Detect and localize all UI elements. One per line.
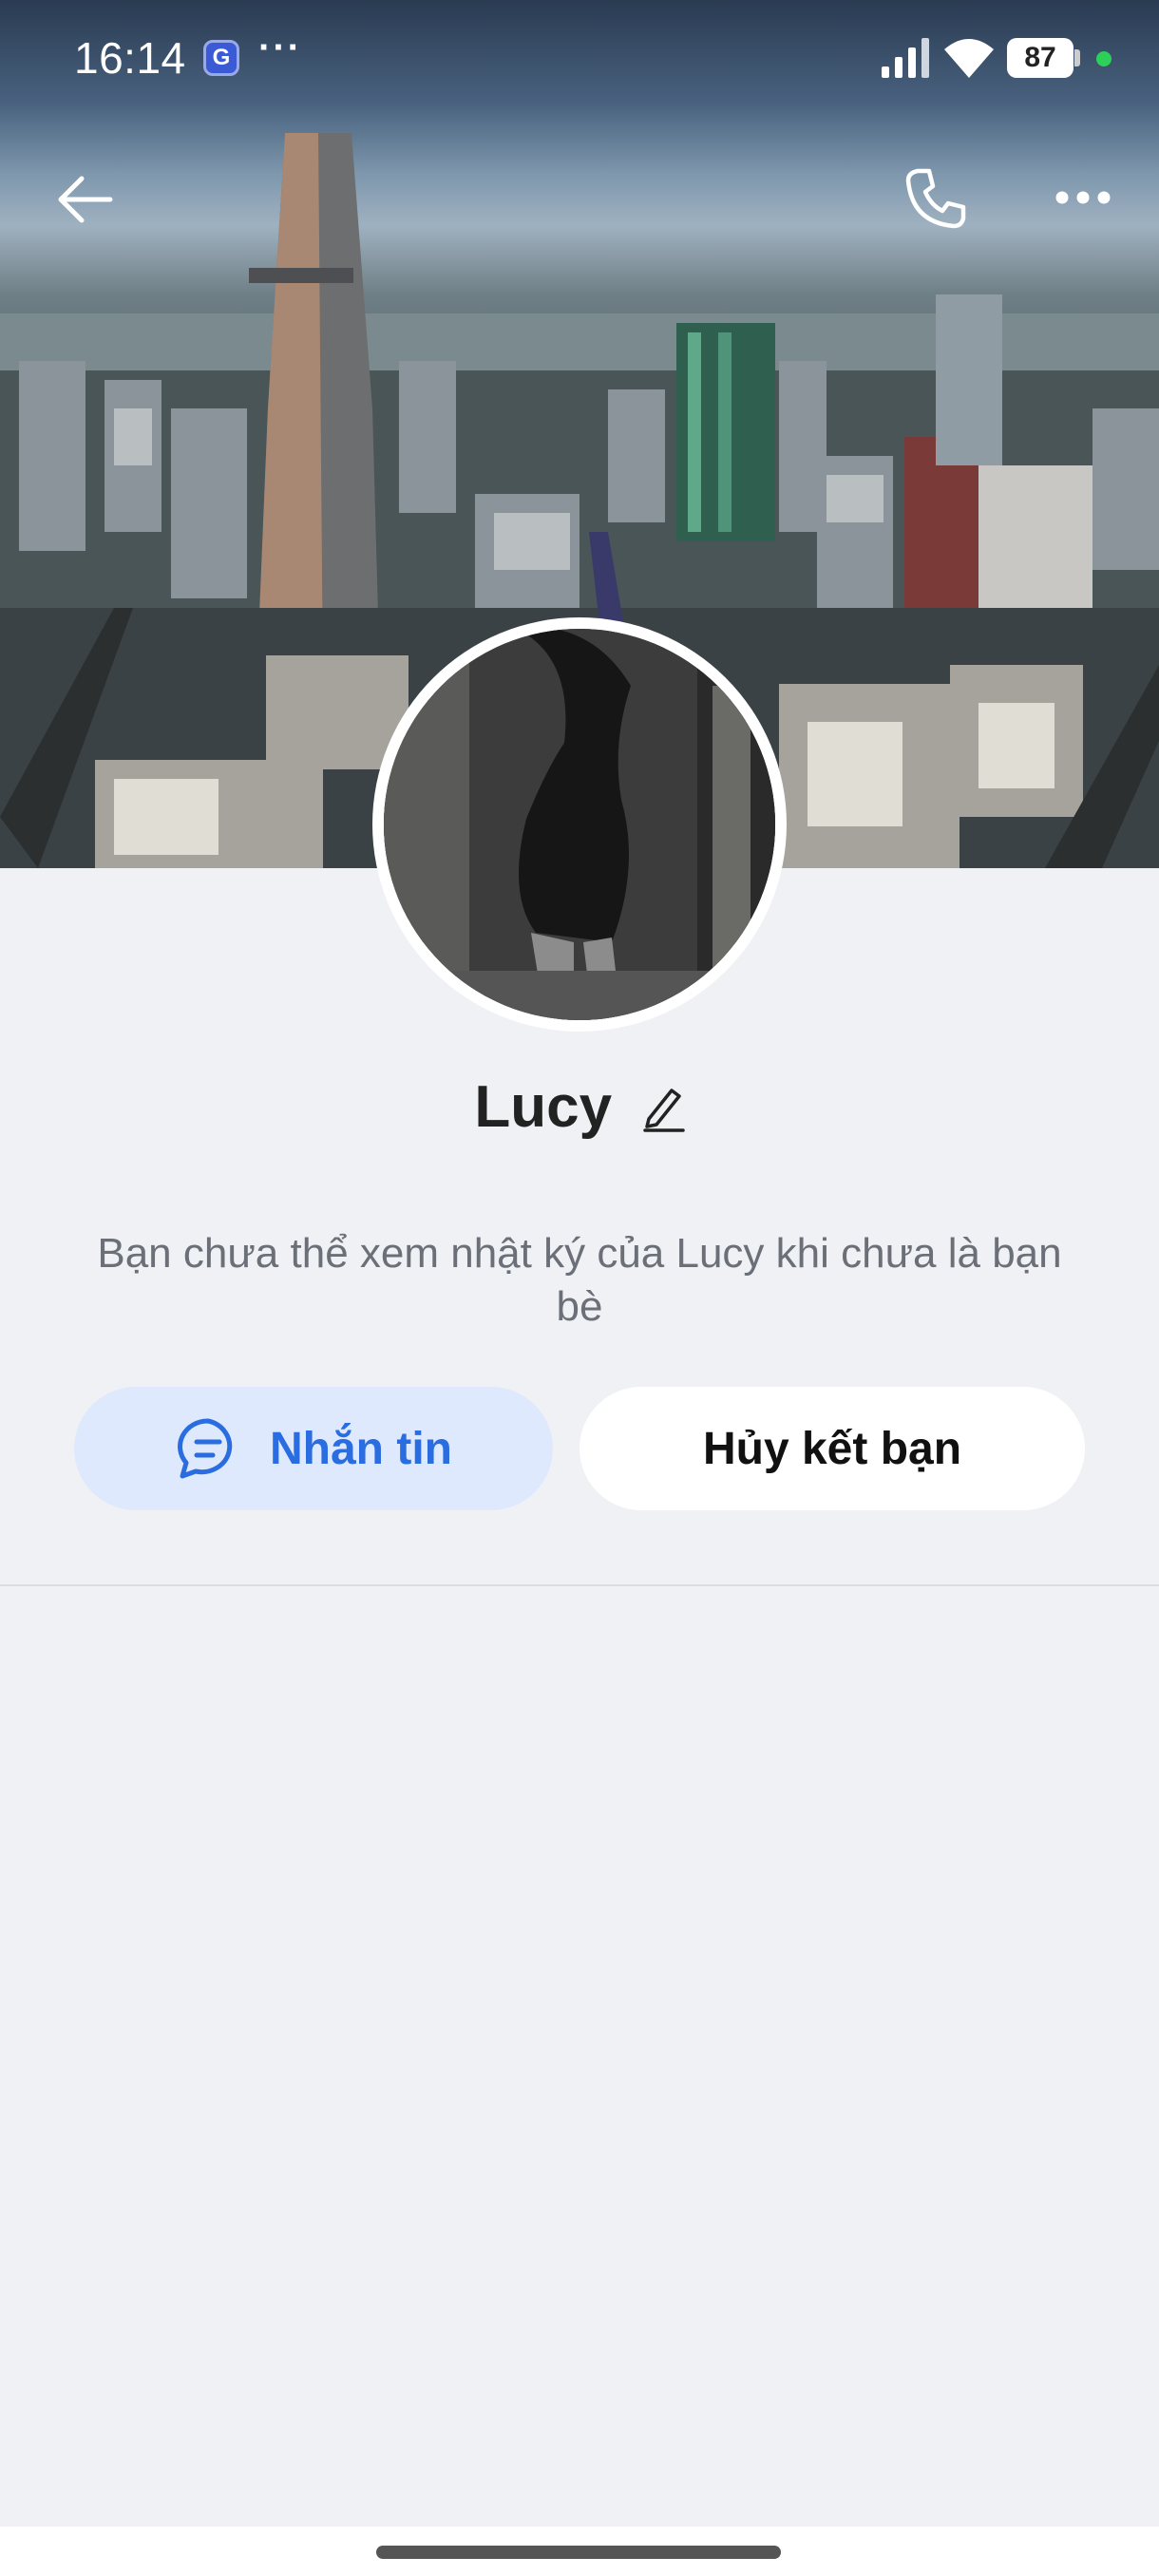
more-horizontal-icon[interactable] [1054,186,1112,209]
arrow-left-icon[interactable] [55,169,116,230]
privacy-indicator-dot [1096,51,1112,66]
status-bar: 16:14 G ··· 87 [0,0,1159,123]
phone-icon[interactable] [902,165,969,232]
unfriend-button[interactable]: Hủy kết bạn [580,1387,1085,1510]
status-time: 16:14 [74,33,186,83]
profile-name: Lucy [474,1074,613,1140]
battery-tip [1074,49,1080,66]
wifi-icon [944,39,994,78]
signal-icon [882,38,929,78]
home-indicator[interactable] [376,2546,781,2559]
pencil-icon[interactable] [641,1083,685,1132]
diary-restriction-notice: Bạn chưa thể xem nhật ký của Lucy khi ch… [97,1230,1062,1330]
profile-name-row: Lucy [0,1073,1159,1159]
avatar[interactable] [372,617,787,1032]
chat-bubble-icon [178,1418,233,1479]
app-notification-icon: G [203,40,239,76]
more-notifications-icon: ··· [258,27,302,68]
battery-level: 87 [1007,38,1074,78]
avatar-image [384,629,775,1020]
message-button-label: Nhắn tin [270,1423,452,1474]
section-divider [0,1584,1159,1586]
unfriend-button-label: Hủy kết bạn [702,1423,962,1474]
message-button[interactable]: Nhắn tin [74,1387,553,1510]
